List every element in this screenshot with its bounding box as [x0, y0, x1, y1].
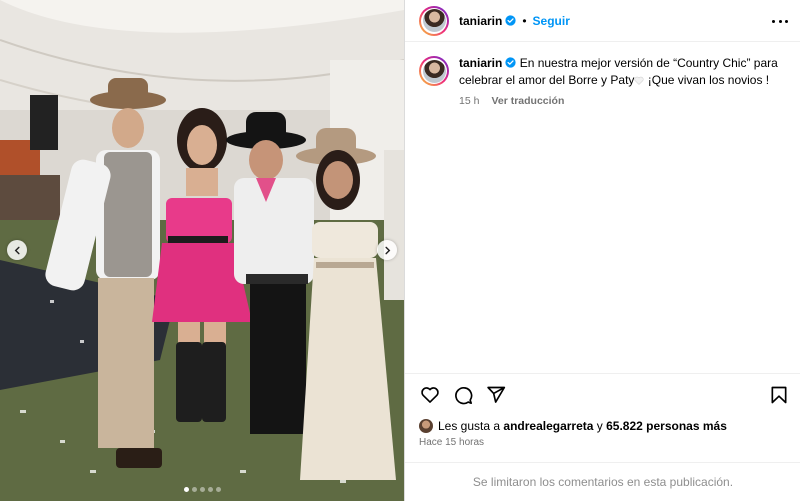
caption-time: 15 h [459, 95, 480, 107]
carousel-dot [183, 487, 189, 492]
wedding-group-photo [0, 0, 404, 501]
verified-badge-icon [505, 57, 516, 68]
likes-prefix: Les gusta a [438, 419, 501, 433]
likes-summary: Les gusta a andrealegarreta y 65.822 per… [405, 416, 800, 436]
comment-button[interactable] [451, 383, 475, 407]
comment-icon [455, 387, 473, 405]
likes-joiner: y [596, 419, 603, 433]
save-button[interactable] [767, 383, 791, 407]
heart-icon [421, 387, 439, 403]
share-button[interactable] [484, 383, 508, 407]
caption-body-end: ¡Que vivan los novios ! [644, 73, 770, 87]
post-caption: taniarin En nuestra mejor versión de “Co… [405, 42, 800, 107]
carousel-next-button[interactable] [377, 240, 397, 260]
carousel-dot [199, 487, 205, 492]
chevron-left-icon [14, 246, 20, 254]
liker-avatar[interactable] [419, 419, 433, 433]
post-timestamp[interactable]: Hace 15 horas [405, 436, 800, 448]
separator-dot: • [522, 13, 527, 28]
follow-button[interactable]: Seguir [533, 14, 570, 28]
instagram-post-view: taniarin • Seguir taniarin En nuestra me… [0, 0, 800, 501]
more-options-icon[interactable] [772, 13, 788, 29]
carousel-dot [191, 487, 197, 492]
carousel-dot [207, 487, 213, 492]
caption-author-avatar[interactable] [419, 56, 449, 86]
carousel-dot [215, 487, 221, 492]
action-icons-row [405, 374, 800, 416]
post-photo[interactable] [0, 0, 404, 501]
post-actions: Les gusta a andrealegarreta y 65.822 per… [405, 373, 800, 448]
see-translation-link[interactable]: Ver traducción [491, 95, 564, 107]
author-username[interactable]: taniarin [459, 14, 502, 28]
likes-count[interactable]: 65.822 personas más [606, 419, 727, 433]
carousel-prev-button[interactable] [7, 240, 27, 260]
caption-text: taniarin En nuestra mejor versión de “Co… [459, 55, 779, 89]
caption-username[interactable]: taniarin [459, 56, 502, 70]
post-side-panel: taniarin • Seguir taniarin En nuestra me… [404, 0, 800, 501]
verified-badge-icon [505, 15, 516, 26]
carousel-indicator [0, 487, 404, 492]
author-avatar[interactable] [419, 5, 449, 36]
comments-disabled-notice: Se limitaron los comentarios en esta pub… [405, 462, 800, 501]
caption-meta: 15 h Ver traducción [459, 95, 779, 107]
liker-username[interactable]: andrealegarreta [503, 419, 593, 433]
white-heart-icon [634, 76, 644, 85]
like-button[interactable] [418, 383, 442, 407]
post-header: taniarin • Seguir [405, 0, 800, 42]
bookmark-icon [771, 386, 787, 404]
chevron-right-icon [384, 246, 390, 254]
share-icon [487, 386, 506, 403]
